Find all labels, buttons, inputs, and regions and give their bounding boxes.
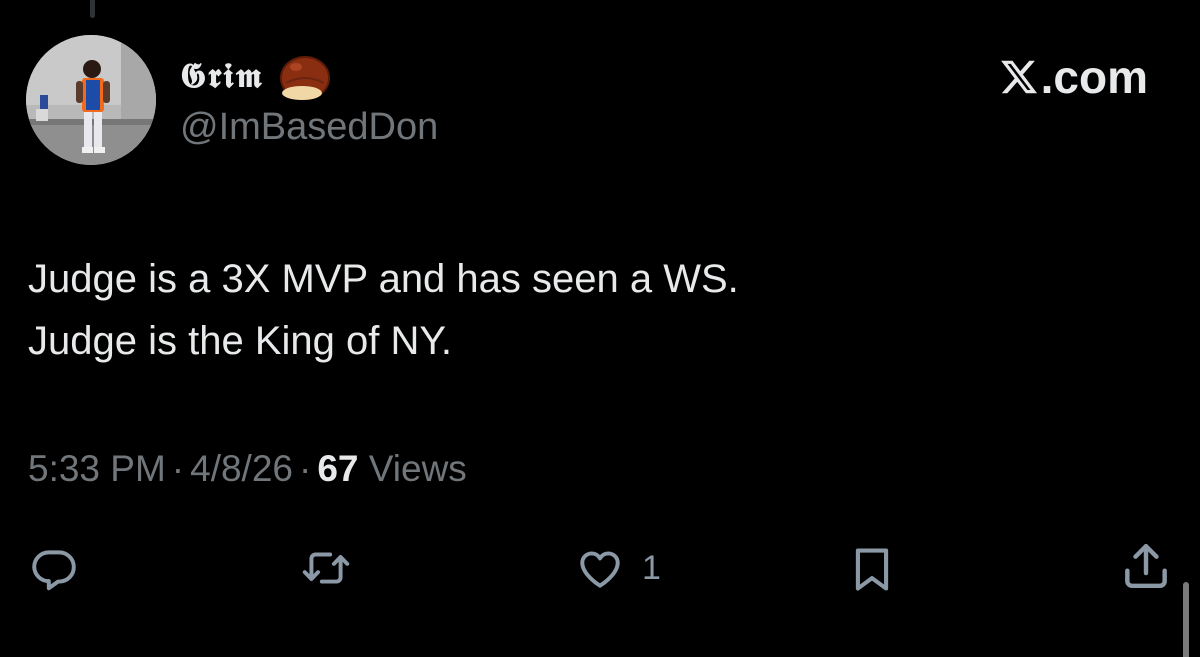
meta-separator: · [171, 448, 185, 489]
display-name[interactable]: 𝕲𝖗𝖎𝖒 [180, 56, 264, 96]
chestnut-emoji-icon [280, 56, 331, 100]
brand-label: .com [1040, 51, 1148, 103]
bookmark-icon [855, 548, 889, 591]
x-logo-icon [1000, 60, 1037, 94]
like-count: 1 [642, 548, 661, 587]
tweet-date[interactable]: 4/8/26 [190, 448, 293, 489]
scrollbar[interactable] [1183, 582, 1189, 657]
reply-button[interactable] [26, 543, 82, 593]
avatar-photo [26, 35, 156, 165]
tweet-line: Judge is a 3X MVP and has seen a WS. [28, 257, 739, 301]
repost-icon [302, 552, 350, 584]
views-label[interactable]: Views [369, 448, 467, 489]
tweet-text: Judge is a 3X MVP and has seen a WS. Jud… [28, 248, 739, 372]
meta-separator: · [299, 448, 312, 489]
share-button[interactable] [1118, 538, 1174, 594]
repost-button[interactable] [296, 543, 356, 593]
reply-icon [32, 550, 76, 591]
like-button[interactable]: 1 [572, 543, 661, 593]
tweet-time[interactable]: 5:33 PM [28, 448, 166, 489]
avatar[interactable] [26, 35, 156, 165]
share-icon [1125, 543, 1167, 589]
author-name-row[interactable]: 𝕲𝖗𝖎𝖒 [180, 46, 332, 106]
tweet-meta: 5:33 PM · 4/8/26 · 67 Views [28, 448, 467, 490]
bookmark-button[interactable] [846, 543, 898, 595]
views-count[interactable]: 67 [317, 448, 358, 489]
heart-icon [580, 551, 620, 588]
thread-connector-line [90, 0, 95, 18]
author-handle[interactable]: @ImBasedDon [180, 106, 438, 149]
brand-watermark: .com [999, 50, 1148, 104]
tweet-line: Judge is the King of NY. [28, 319, 452, 363]
